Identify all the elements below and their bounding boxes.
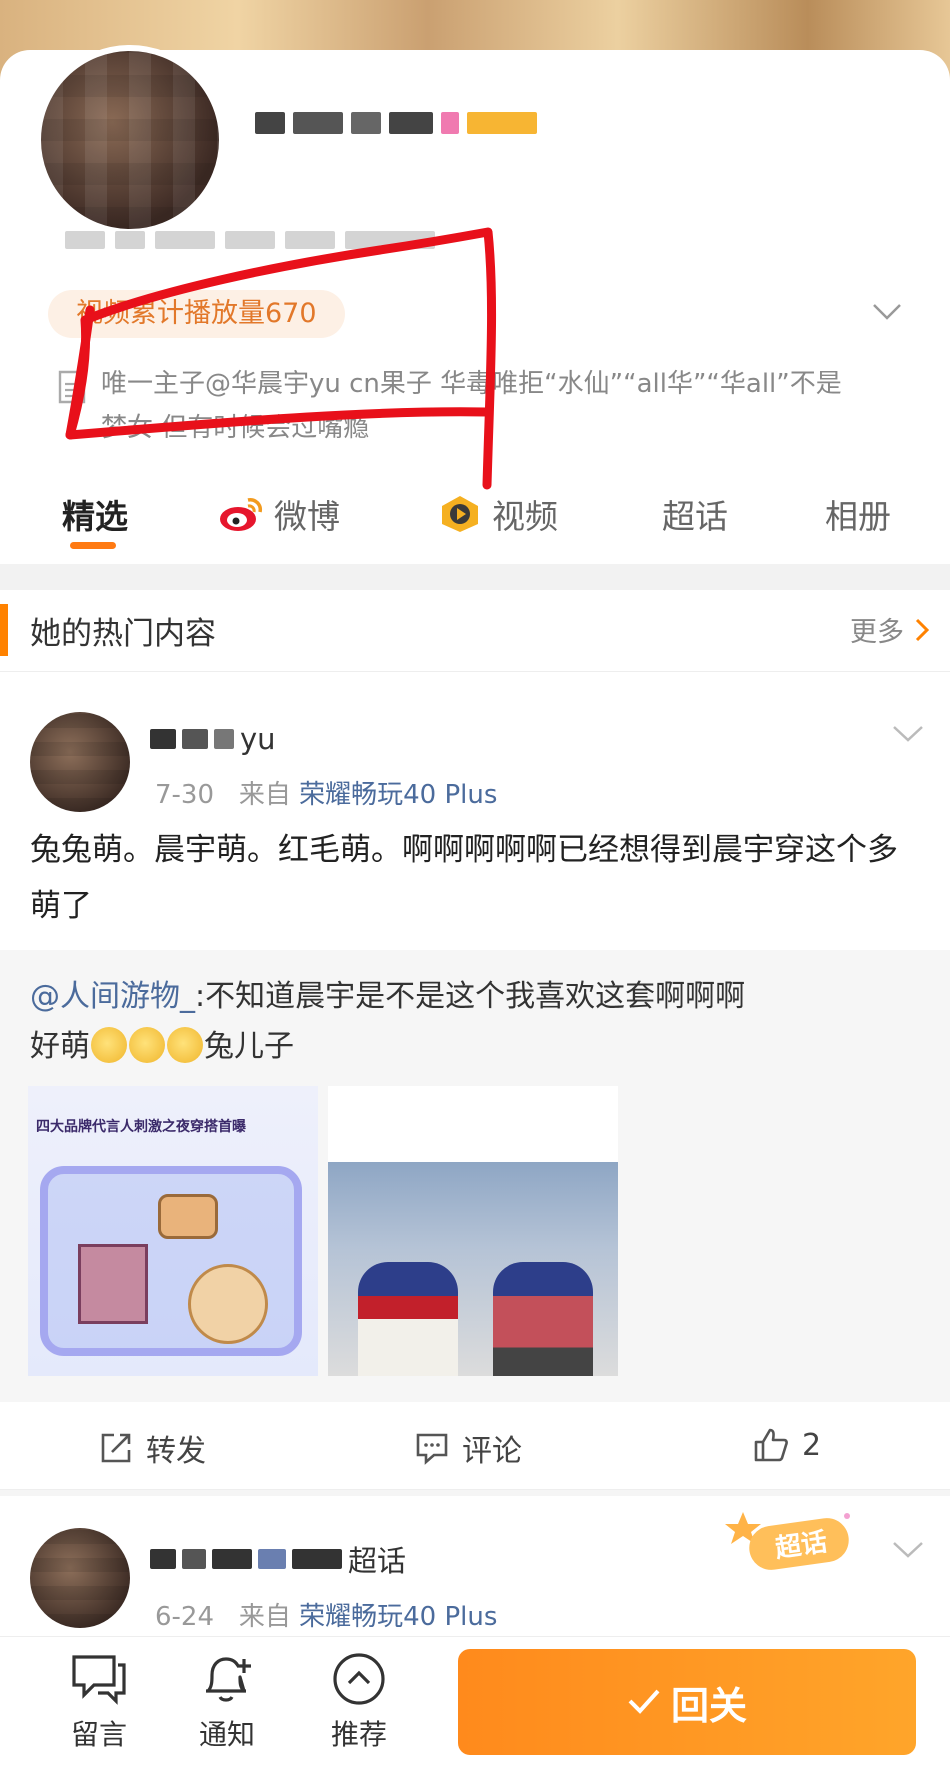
post-meta: 6-24 来自 荣耀畅玩40 Plus [155, 1596, 497, 1633]
repost-text: @人间游物_:不知道晨宇是不是这个我喜欢这套啊啊啊 好萌 兔儿子 [30, 972, 910, 1072]
share-icon [101, 1433, 131, 1463]
post-avatar[interactable] [30, 1528, 130, 1628]
document-icon [58, 370, 86, 404]
recommend-button[interactable]: 推荐 [304, 1651, 414, 1753]
hot-content-header: 她的热门内容 更多 [0, 590, 950, 672]
from-label: 来自 [238, 1602, 291, 1632]
repost-box[interactable]: @人间游物_:不知道晨宇是不是这个我喜欢这套啊啊啊 好萌 兔儿子 四大品牌代言人刺… [0, 950, 950, 1402]
video-icon [442, 496, 478, 532]
tab-supertopic[interactable]: 超话 [662, 490, 728, 538]
notify-button[interactable]: 通知 [172, 1651, 282, 1753]
emoji-icon [129, 1026, 165, 1063]
tab-video[interactable]: 视频 [438, 490, 558, 538]
thumbs-up-icon [754, 1428, 788, 1462]
bottom-action-bar: 留言 通知 推荐 回关 [0, 1636, 950, 1776]
follow-back-button[interactable]: 回关 [458, 1649, 916, 1755]
section-accent-bar [0, 604, 8, 656]
post-actions: 转发 评论 2 [0, 1402, 950, 1490]
active-tab-indicator [70, 542, 116, 549]
more-label: 更多 [850, 617, 904, 648]
chevron-right-icon [915, 618, 930, 641]
post-author-name[interactable]: yu [150, 722, 276, 756]
post-source[interactable]: 荣耀畅玩40 Plus [299, 780, 497, 810]
chevron-down-icon[interactable] [892, 720, 924, 750]
tab-album[interactable]: 相册 [825, 490, 891, 538]
author-name-visible: 超话 [348, 1544, 407, 1578]
section-title: 她的热门内容 [30, 616, 216, 652]
tab-label: 精选 [62, 497, 128, 536]
profile-name-redacted [255, 105, 537, 141]
tab-weibo[interactable]: 微博 [218, 490, 340, 538]
profile-card: 视频累计播放量670 唯一主子@华晨宇yu cn果子 华毒唯拒“水仙”“all华… [0, 45, 950, 564]
repost-text-b: 好萌 [30, 1029, 90, 1064]
chevron-down-icon[interactable] [872, 298, 902, 328]
chevron-down-icon[interactable] [892, 1536, 924, 1566]
repost-button[interactable]: 转发 [98, 1426, 206, 1470]
profile-description: 唯一主子@华晨宇yu cn果子 华毒唯拒“水仙”“all华”“华all”不是梦女… [55, 362, 865, 450]
comment-icon [416, 1433, 448, 1465]
divider [0, 1490, 950, 1496]
profile-avatar[interactable] [35, 45, 225, 235]
message-button[interactable]: 留言 [44, 1651, 154, 1753]
costume-photo [328, 1162, 618, 1376]
repost-text-c: 兔儿子 [204, 1029, 294, 1064]
like-button[interactable]: 2 [752, 1426, 821, 1464]
comment-button[interactable]: 评论 [414, 1426, 522, 1470]
emoji-icon [167, 1026, 203, 1063]
bell-plus-icon [206, 1657, 251, 1702]
post-source[interactable]: 荣耀畅玩40 Plus [299, 1602, 497, 1632]
divider [0, 564, 950, 590]
tab-label: 微博 [274, 497, 340, 536]
post-text: 兔兔萌。晨宇萌。红毛萌。啊啊啊啊啊已经想得到晨宇穿这个多萌了 [30, 832, 898, 924]
repost-text-a: :不知道晨宇是不是这个我喜欢这套啊啊啊 [195, 979, 746, 1014]
profile-stats-redacted [65, 225, 485, 255]
tab-label: 视频 [492, 497, 558, 536]
post-meta: 7-30 来自 荣耀畅玩40 Plus [155, 774, 497, 811]
comment-label: 评论 [462, 1434, 522, 1469]
check-icon [628, 1689, 660, 1714]
repost-image-1[interactable]: 四大品牌代言人刺激之夜穿搭首曝 [28, 1086, 318, 1376]
post-avatar[interactable] [30, 712, 130, 812]
recommend-label: 推荐 [330, 1718, 387, 1751]
tab-featured[interactable]: 精选 [62, 490, 128, 538]
follow-label: 回关 [670, 1683, 747, 1728]
description-text: 唯一主子@华晨宇yu cn果子 华毒唯拒“水仙”“all华”“华all”不是梦女… [101, 369, 842, 443]
repost-label: 转发 [146, 1434, 206, 1469]
from-label: 来自 [238, 780, 291, 810]
message-icon [72, 1655, 126, 1705]
tab-label: 相册 [825, 497, 891, 536]
author-name-visible: yu [240, 722, 276, 756]
repost-image-2[interactable] [328, 1086, 618, 1376]
tab-label: 超话 [662, 497, 728, 536]
play-count-badge: 视频累计播放量670 [48, 290, 345, 338]
post-date: 7-30 [155, 780, 215, 810]
chevron-up-circle-icon [333, 1653, 385, 1705]
weibo-icon [220, 498, 262, 531]
emoji-icon [91, 1026, 127, 1063]
message-label: 留言 [70, 1718, 127, 1751]
repost-mention[interactable]: @人间游物_ [30, 979, 195, 1014]
supertopic-badge: 超话 [725, 1508, 860, 1574]
post-date: 6-24 [155, 1602, 215, 1632]
post-author-name[interactable]: 超话 [150, 1538, 406, 1580]
like-count: 2 [802, 1427, 822, 1463]
more-link[interactable]: 更多 [850, 610, 930, 649]
image-caption: 四大品牌代言人刺激之夜穿搭首曝 [36, 1119, 246, 1135]
notify-label: 通知 [198, 1718, 255, 1751]
suitcase-illustration [40, 1166, 302, 1356]
